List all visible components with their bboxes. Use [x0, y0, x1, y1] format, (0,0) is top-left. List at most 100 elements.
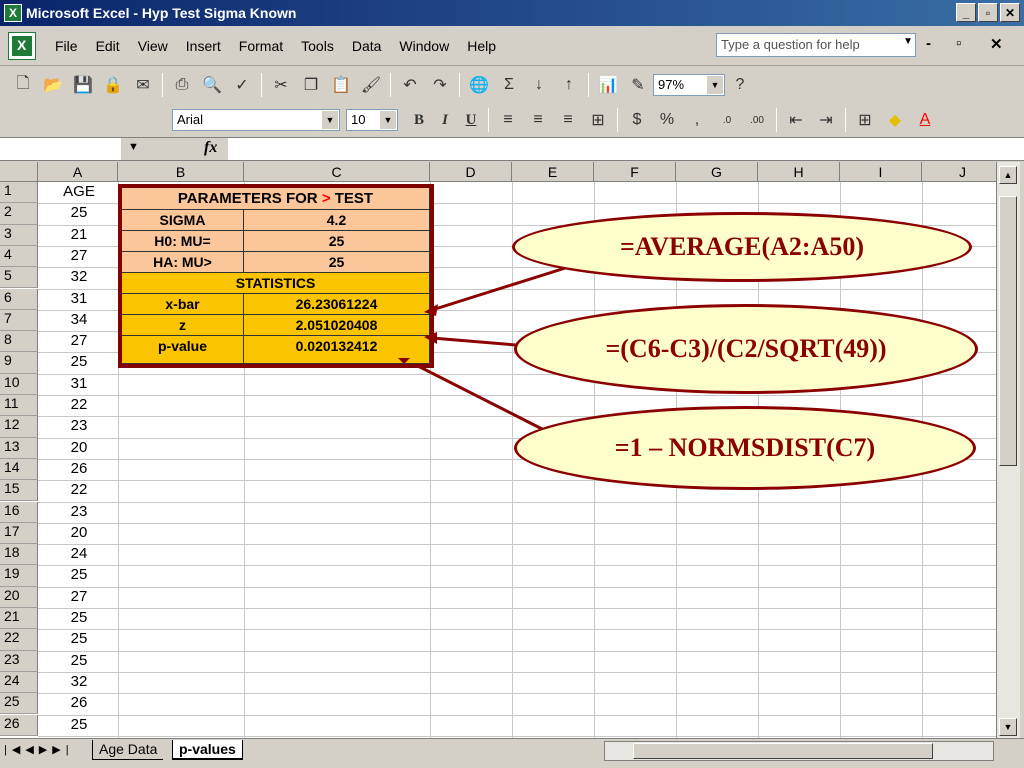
row-header[interactable]: 13	[0, 437, 38, 459]
menu-view[interactable]: View	[129, 38, 177, 54]
sheet-nav-icons[interactable]: |◀◀▶▶|	[4, 743, 74, 756]
chevron-down-icon[interactable]: ▼	[322, 111, 338, 129]
row-header[interactable]: 7	[0, 309, 38, 332]
align-right-icon[interactable]: ≡	[556, 108, 580, 132]
chevron-down-icon[interactable]: ▼	[128, 141, 139, 153]
h0-value-cell[interactable]: 25	[244, 231, 430, 252]
help-search-input[interactable]: Type a question for help ▼	[716, 33, 916, 57]
undo-icon[interactable]: ↶	[398, 73, 422, 97]
row-header[interactable]: 21	[0, 608, 38, 630]
sheet-tab-p-values[interactable]: p-values	[172, 740, 243, 760]
font-name-select[interactable]: Arial ▼	[172, 109, 340, 131]
help-icon[interactable]: ?	[728, 73, 752, 97]
row-header[interactable]: 4	[0, 245, 38, 268]
select-all-corner[interactable]	[0, 162, 38, 182]
age-cell[interactable]: 27	[38, 247, 120, 268]
bold-icon[interactable]: B	[406, 108, 432, 132]
column-header-f[interactable]: F	[594, 162, 676, 182]
format-painter-icon[interactable]: 🖌	[359, 73, 383, 97]
age-cell[interactable]: 32	[38, 673, 120, 694]
horizontal-scroll-thumb[interactable]	[633, 743, 933, 759]
row-header[interactable]: 23	[0, 650, 38, 672]
horizontal-scrollbar[interactable]	[604, 741, 994, 761]
age-cell[interactable]: 26	[38, 460, 120, 481]
doc-restore-icon[interactable]: ▫	[956, 35, 961, 52]
age-cell[interactable]: 25	[38, 609, 120, 630]
borders-icon[interactable]: ⊞	[853, 108, 877, 132]
row-header[interactable]: 14	[0, 458, 38, 481]
align-center-icon[interactable]: ≡	[526, 108, 550, 132]
row-header[interactable]: 5	[0, 267, 38, 289]
chevron-down-icon[interactable]: ▼	[903, 36, 913, 47]
currency-icon[interactable]: $	[625, 108, 649, 132]
p-value-label-cell[interactable]: p-value	[122, 336, 244, 364]
age-cell[interactable]: 26	[38, 694, 120, 715]
age-cell[interactable]: 22	[38, 396, 120, 417]
hyperlink-icon[interactable]: 🌐	[467, 73, 491, 97]
italic-icon[interactable]: I	[432, 108, 458, 132]
row-header[interactable]: 20	[0, 586, 38, 608]
font-color-icon[interactable]: A	[913, 108, 937, 132]
paste-icon[interactable]: 📋	[329, 73, 353, 97]
sigma-label-cell[interactable]: SIGMA	[122, 210, 244, 231]
column-header-h[interactable]: H	[758, 162, 840, 182]
menu-format[interactable]: Format	[230, 38, 292, 54]
xbar-label-cell[interactable]: x-bar	[122, 294, 244, 315]
column-header-a[interactable]: A	[38, 162, 118, 182]
age-cell[interactable]: 23	[38, 417, 120, 438]
row-header[interactable]: 26	[0, 714, 38, 736]
sort-ascending-icon[interactable]: ↓	[527, 73, 551, 97]
cut-icon[interactable]: ✂	[269, 73, 293, 97]
age-cell[interactable]: 25	[38, 630, 120, 651]
scroll-down-icon[interactable]: ▼	[999, 718, 1017, 736]
increase-decimal-icon[interactable]: .0	[715, 108, 739, 132]
menu-edit[interactable]: Edit	[87, 38, 129, 54]
restore-button[interactable]: ▫	[978, 3, 998, 22]
chevron-down-icon[interactable]: ▼	[707, 76, 723, 94]
new-icon[interactable]: 🗋	[11, 73, 35, 97]
align-left-icon[interactable]: ≡	[496, 108, 520, 132]
copy-icon[interactable]: ❐	[299, 73, 323, 97]
merge-center-icon[interactable]: ⊞	[586, 108, 610, 132]
row-header[interactable]: 18	[0, 544, 38, 566]
row-header[interactable]: 25	[0, 693, 38, 715]
age-cell[interactable]: 25	[38, 353, 120, 374]
row-header[interactable]: 17	[0, 522, 38, 545]
age-cell[interactable]: 34	[38, 311, 120, 332]
insert-function-icon[interactable]: fx	[204, 139, 217, 157]
row-header[interactable]: 19	[0, 565, 38, 587]
column-header-c[interactable]: C	[244, 162, 430, 182]
vertical-scrollbar[interactable]: ▲ ▼	[996, 162, 1020, 740]
permission-icon[interactable]: 🔒	[101, 73, 125, 97]
doc-minimize-icon[interactable]: -	[926, 35, 931, 52]
age-cell[interactable]: 25	[38, 716, 120, 737]
row-header[interactable]: 3	[0, 224, 38, 246]
save-icon[interactable]: 💾	[71, 73, 95, 97]
row-header[interactable]: 2	[0, 203, 38, 225]
menu-help[interactable]: Help	[458, 38, 505, 54]
row-header[interactable]: 1	[0, 182, 38, 204]
parameters-header[interactable]: PARAMETERS FOR > TEST	[122, 188, 430, 210]
fill-color-icon[interactable]: ◆	[883, 108, 907, 132]
row-header[interactable]: 11	[0, 395, 38, 417]
autosum-icon[interactable]: Σ	[497, 73, 521, 97]
chart-wizard-icon[interactable]: 📊	[596, 73, 620, 97]
print-preview-icon[interactable]: 🔍	[200, 73, 224, 97]
row-header[interactable]: 9	[0, 352, 38, 374]
age-cell[interactable]: 32	[38, 268, 120, 289]
column-header-i[interactable]: I	[840, 162, 922, 182]
increase-indent-icon[interactable]: ⇥	[814, 108, 838, 132]
age-cell[interactable]: 25	[38, 566, 120, 587]
minimize-button[interactable]: _	[956, 3, 976, 22]
row-header[interactable]: 15	[0, 480, 38, 502]
h0-label-cell[interactable]: H0: MU=	[122, 231, 244, 252]
column-header-j[interactable]: J	[922, 162, 996, 182]
age-cell[interactable]: 31	[38, 290, 120, 311]
row-header[interactable]: 12	[0, 416, 38, 438]
workbook-icon[interactable]	[8, 31, 36, 60]
row-header[interactable]: 6	[0, 288, 38, 310]
xbar-value-cell[interactable]: 26.23061224	[244, 294, 430, 315]
email-icon[interactable]: ✉	[131, 73, 155, 97]
print-icon[interactable]: ⎙	[170, 73, 194, 97]
row-header[interactable]: 10	[0, 373, 38, 395]
